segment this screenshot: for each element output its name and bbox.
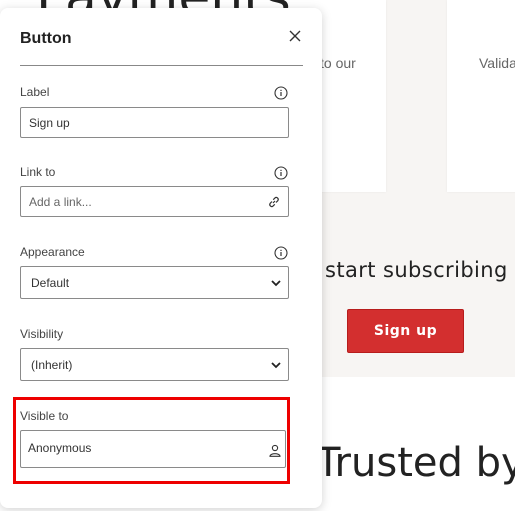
label-input[interactable] — [20, 107, 289, 138]
panel-title: Button — [20, 30, 72, 47]
divider — [20, 65, 303, 66]
visibility-value: (Inherit) — [31, 357, 73, 372]
close-icon — [289, 30, 301, 42]
chevron-down-icon — [271, 280, 281, 287]
label-field-label: Label — [20, 85, 50, 99]
subscribe-heading: start subscribing — [325, 258, 508, 282]
appearance-select[interactable]: Default — [20, 266, 289, 299]
person-icon[interactable] — [269, 444, 281, 457]
visible-to-field-label: Visible to — [20, 409, 69, 423]
card-text: to our — [320, 55, 356, 71]
signup-button[interactable]: Sign up — [347, 309, 464, 353]
visible-to-input[interactable]: Anonymous — [20, 430, 286, 468]
info-icon[interactable] — [274, 166, 288, 180]
link-icon[interactable] — [267, 195, 281, 209]
link-input[interactable] — [20, 186, 289, 217]
info-icon[interactable] — [274, 246, 288, 260]
visible-to-value: Anonymous — [28, 441, 92, 455]
appearance-field-label: Appearance — [20, 245, 85, 259]
appearance-value: Default — [31, 275, 70, 290]
trusted-heading: Trusted by — [316, 440, 515, 486]
link-field-label: Link to — [20, 165, 56, 179]
close-button[interactable] — [284, 25, 306, 47]
visibility-field-label: Visibility — [20, 327, 64, 341]
feature-card — [447, 0, 515, 192]
info-icon[interactable] — [274, 86, 288, 100]
visibility-select[interactable]: (Inherit) — [20, 348, 289, 381]
card-text: Valida — [479, 55, 515, 71]
chevron-down-icon — [271, 362, 281, 369]
